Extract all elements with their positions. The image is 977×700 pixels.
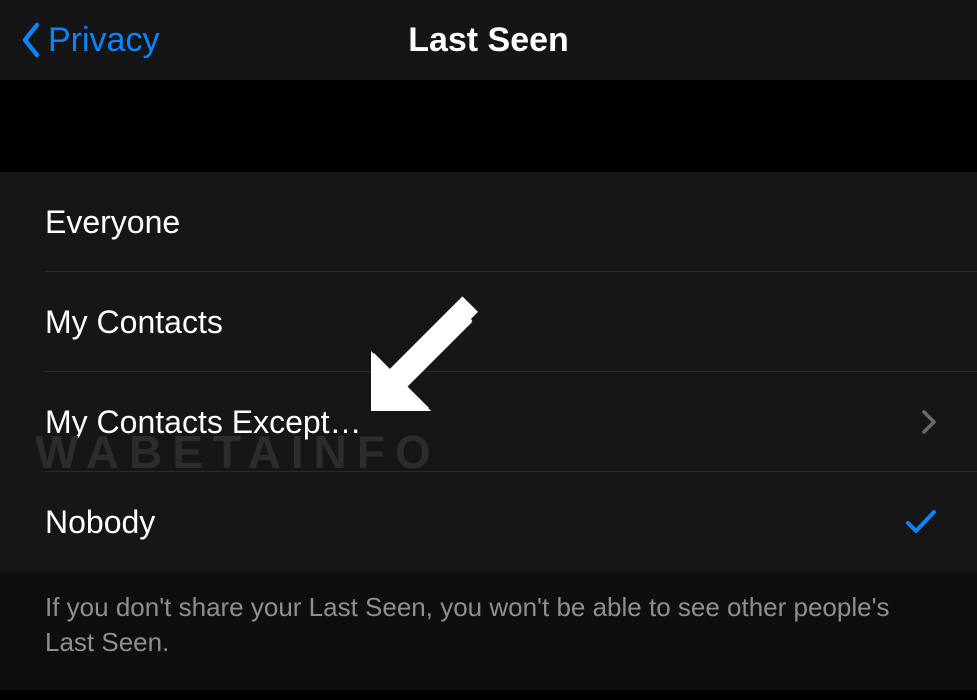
- option-nobody[interactable]: Nobody: [0, 472, 977, 572]
- option-label: My Contacts: [45, 304, 223, 341]
- option-label: Nobody: [45, 504, 155, 541]
- footer-note: If you don't share your Last Seen, you w…: [0, 572, 977, 690]
- options-list: Everyone My Contacts My Contacts Except……: [0, 172, 977, 572]
- checkmark-icon: [905, 508, 937, 536]
- option-label: Everyone: [45, 204, 180, 241]
- back-button[interactable]: Privacy: [20, 21, 159, 60]
- option-label: My Contacts Except…: [45, 404, 362, 441]
- option-my-contacts[interactable]: My Contacts: [0, 272, 977, 372]
- option-everyone[interactable]: Everyone: [0, 172, 977, 272]
- chevron-right-icon: [921, 409, 937, 435]
- navigation-bar: Privacy Last Seen: [0, 0, 977, 80]
- back-label: Privacy: [48, 21, 159, 60]
- header-spacer: [0, 80, 977, 172]
- option-my-contacts-except[interactable]: My Contacts Except…: [0, 372, 977, 472]
- chevron-left-icon: [20, 22, 42, 58]
